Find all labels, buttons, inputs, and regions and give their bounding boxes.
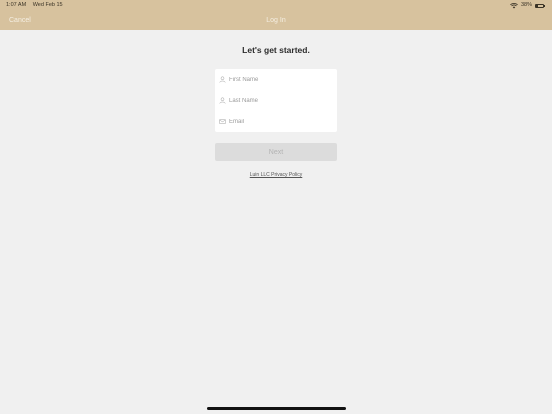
nav-title: Log In: [266, 17, 286, 24]
status-time-date: 1:07 AM Wed Feb 15: [6, 0, 68, 11]
email-input[interactable]: [229, 118, 329, 125]
nav-bar: Log In Cancel: [0, 11, 552, 30]
wifi-icon: [510, 2, 518, 8]
last-name-input[interactable]: [229, 97, 329, 104]
status-indicators: 38%: [510, 0, 545, 11]
email-field[interactable]: [215, 111, 337, 132]
status-date: Wed Feb 15: [32, 2, 63, 8]
battery-percent: 38%: [520, 2, 532, 8]
person-icon: [219, 76, 226, 83]
envelope-icon: [219, 119, 226, 124]
page-heading: Let's get started.: [242, 45, 310, 55]
battery-icon: [535, 3, 545, 8]
privacy-policy-link[interactable]: Luin LLC Privacy Policy: [0, 172, 552, 178]
cancel-button[interactable]: Cancel: [9, 11, 31, 30]
person-icon: [219, 97, 226, 104]
home-indicator[interactable]: [207, 407, 346, 410]
last-name-field[interactable]: [215, 90, 337, 111]
status-bar: 1:07 AM Wed Feb 15 38%: [0, 0, 552, 11]
status-time: 1:07 AM: [6, 2, 27, 8]
signup-form: [215, 69, 337, 132]
first-name-input[interactable]: [229, 76, 329, 83]
first-name-field[interactable]: [215, 69, 337, 90]
next-button[interactable]: Next: [215, 143, 337, 161]
